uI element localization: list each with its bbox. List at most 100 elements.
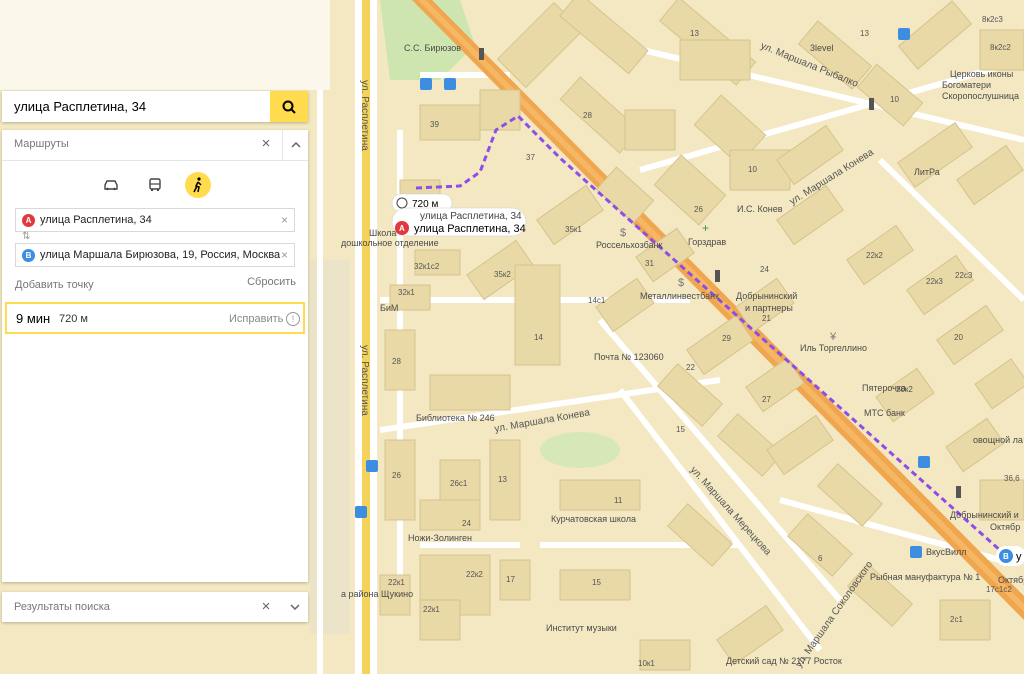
collapse-button[interactable] — [282, 130, 309, 160]
pin-a-label: улица Расплетина, 34 — [414, 223, 526, 235]
house-number: 11 — [614, 496, 623, 505]
house-number: 36,6 — [1004, 474, 1020, 483]
metro-bus-stop-icon[interactable] — [918, 456, 930, 468]
poi-label[interactable]: Октябр — [998, 575, 1024, 585]
house-number: 22 — [686, 363, 695, 372]
poi-label[interactable]: 3level — [810, 43, 834, 53]
close-icon[interactable]: × — [258, 599, 274, 615]
add-point-link[interactable]: Добавить точку — [15, 279, 94, 291]
house-number: 8к2с2 — [990, 43, 1011, 52]
poi-label[interactable]: Богоматери — [942, 80, 991, 90]
poi-label[interactable]: ЛитРа — [914, 167, 940, 177]
pin-a-marker[interactable]: улица Расплетина, 34 A улица Расплетина,… — [391, 207, 527, 237]
waypoint-b-field[interactable]: B улица Маршала Бирюзова, 19, Россия, Мо… — [15, 243, 295, 267]
search-input[interactable]: улица Расплетина, 34 — [2, 91, 270, 122]
traffic-light-icon — [956, 486, 961, 498]
close-icon[interactable]: × — [258, 136, 274, 152]
street-label: ул. Расплетина — [359, 80, 370, 151]
house-number: 22к1 — [423, 605, 440, 614]
pin-b-badge: B — [1003, 552, 1009, 561]
chevron-down-icon — [290, 604, 300, 610]
traffic-light-icon — [869, 98, 874, 110]
svg-text:$: $ — [620, 227, 626, 239]
poi-label[interactable]: овощной ла — [973, 435, 1023, 445]
poi-label[interactable]: Металлинвестбанк — [640, 291, 719, 301]
house-number: 15 — [592, 578, 601, 587]
poi-label[interactable]: и партнеры — [745, 303, 793, 313]
house-number: 13 — [690, 29, 699, 38]
waypoint-a-text: улица Расплетина, 34 — [40, 214, 152, 226]
chevron-up-icon — [291, 142, 301, 148]
poi-label[interactable]: а района Щукино — [341, 589, 413, 599]
house-number: 22с3 — [955, 271, 973, 280]
poi-label[interactable]: Добрынинский и — [950, 510, 1019, 520]
poi-label[interactable]: Горздрав — [688, 237, 726, 247]
svg-text:¥: ¥ — [829, 331, 837, 343]
search-results-panel[interactable]: Результаты поиска × — [2, 592, 308, 622]
house-number: 22к3 — [926, 277, 943, 286]
metro-bus-stop-icon[interactable] — [366, 460, 378, 472]
poi-label[interactable]: Рыбная мануфактура № 1 — [870, 572, 980, 582]
clear-icon[interactable]: × — [281, 248, 288, 262]
pin-b-marker[interactable]: B у — [996, 546, 1024, 566]
expand-button[interactable] — [282, 592, 308, 622]
metro-bus-stop-icon[interactable] — [898, 28, 910, 40]
fix-route-link[interactable]: Исправить — [229, 313, 283, 325]
pin-a-badge: A — [399, 224, 405, 233]
mode-bus-button[interactable] — [142, 172, 168, 198]
poi-label[interactable]: Иль Торгеллино — [800, 343, 867, 353]
mode-car-button[interactable] — [98, 172, 124, 198]
house-number: 6 — [818, 554, 823, 563]
mode-pedestrian-button[interactable] — [185, 172, 211, 198]
house-number: 26с1 — [450, 479, 468, 488]
poi-label[interactable]: И.С. Конев — [737, 204, 783, 214]
house-number: 26 — [392, 471, 401, 480]
poi-label[interactable]: Октябр — [990, 522, 1020, 532]
swap-icon[interactable]: ⇅ — [22, 231, 30, 242]
poi-label[interactable]: БиМ — [380, 303, 398, 313]
house-number: 29 — [722, 334, 731, 343]
metro-bus-stop-icon[interactable] — [444, 78, 456, 90]
house-number: 39 — [430, 120, 439, 129]
house-number: 26 — [694, 205, 703, 214]
poi-label[interactable]: Церковь иконы — [950, 69, 1013, 79]
poi-label[interactable]: Россельхозбанк — [596, 240, 663, 250]
svg-text:+: + — [702, 221, 709, 235]
poi-label[interactable]: Школа — [369, 228, 396, 238]
waypoint-a-field[interactable]: A улица Расплетина, 34 × — [15, 208, 295, 232]
routes-panel: Маршруты × A улица Расплетина, 34 × ⇅ B … — [2, 130, 308, 582]
car-icon — [104, 180, 118, 191]
poi-label[interactable]: Институт музыки — [546, 623, 617, 633]
house-number: 21 — [762, 314, 771, 323]
clear-icon[interactable]: × — [281, 213, 288, 227]
pharmacy-icon: + — [702, 221, 709, 235]
routes-title: Маршруты — [14, 138, 69, 150]
bank-icon: $ — [678, 277, 684, 289]
poi-label[interactable]: дошкольное отделение — [341, 238, 439, 248]
metro-bus-stop-icon[interactable] — [910, 546, 922, 558]
poi-label[interactable]: С.С. Бирюзов — [404, 43, 461, 53]
metro-bus-stop-icon[interactable] — [355, 506, 367, 518]
poi-label[interactable]: Библиотека № 246 — [416, 413, 495, 423]
info-icon[interactable]: ! — [286, 312, 300, 326]
reset-link[interactable]: Сбросить — [247, 276, 296, 288]
house-number: 32к1с2 — [414, 262, 440, 271]
poi-label[interactable]: Детский сад № 2177 Росток — [726, 656, 842, 666]
poi-label[interactable]: Добрынинский — [736, 291, 797, 301]
waypoint-b-badge: B — [22, 249, 35, 262]
restaurant-icon: ¥ — [829, 331, 837, 343]
search-button[interactable] — [270, 91, 308, 122]
waypoint-a-badge: A — [22, 214, 35, 227]
route-distance: 720 м — [59, 313, 88, 325]
metro-bus-stop-icon[interactable] — [420, 78, 432, 90]
route-option-card[interactable]: 9 мин 720 м Исправить ! — [5, 302, 305, 334]
house-number: 37 — [526, 153, 535, 162]
house-number: 28 — [392, 357, 401, 366]
house-number: 14с1 — [588, 296, 606, 305]
poi-label[interactable]: Почта № 123060 — [594, 352, 664, 362]
poi-label[interactable]: Курчатовская школа — [551, 514, 636, 524]
poi-label[interactable]: Ножи-Золинген — [408, 533, 472, 543]
poi-label[interactable]: Скоропослушница — [942, 91, 1019, 101]
poi-label[interactable]: ВкусВилл — [926, 547, 966, 557]
poi-label[interactable]: МТС банк — [864, 408, 905, 418]
